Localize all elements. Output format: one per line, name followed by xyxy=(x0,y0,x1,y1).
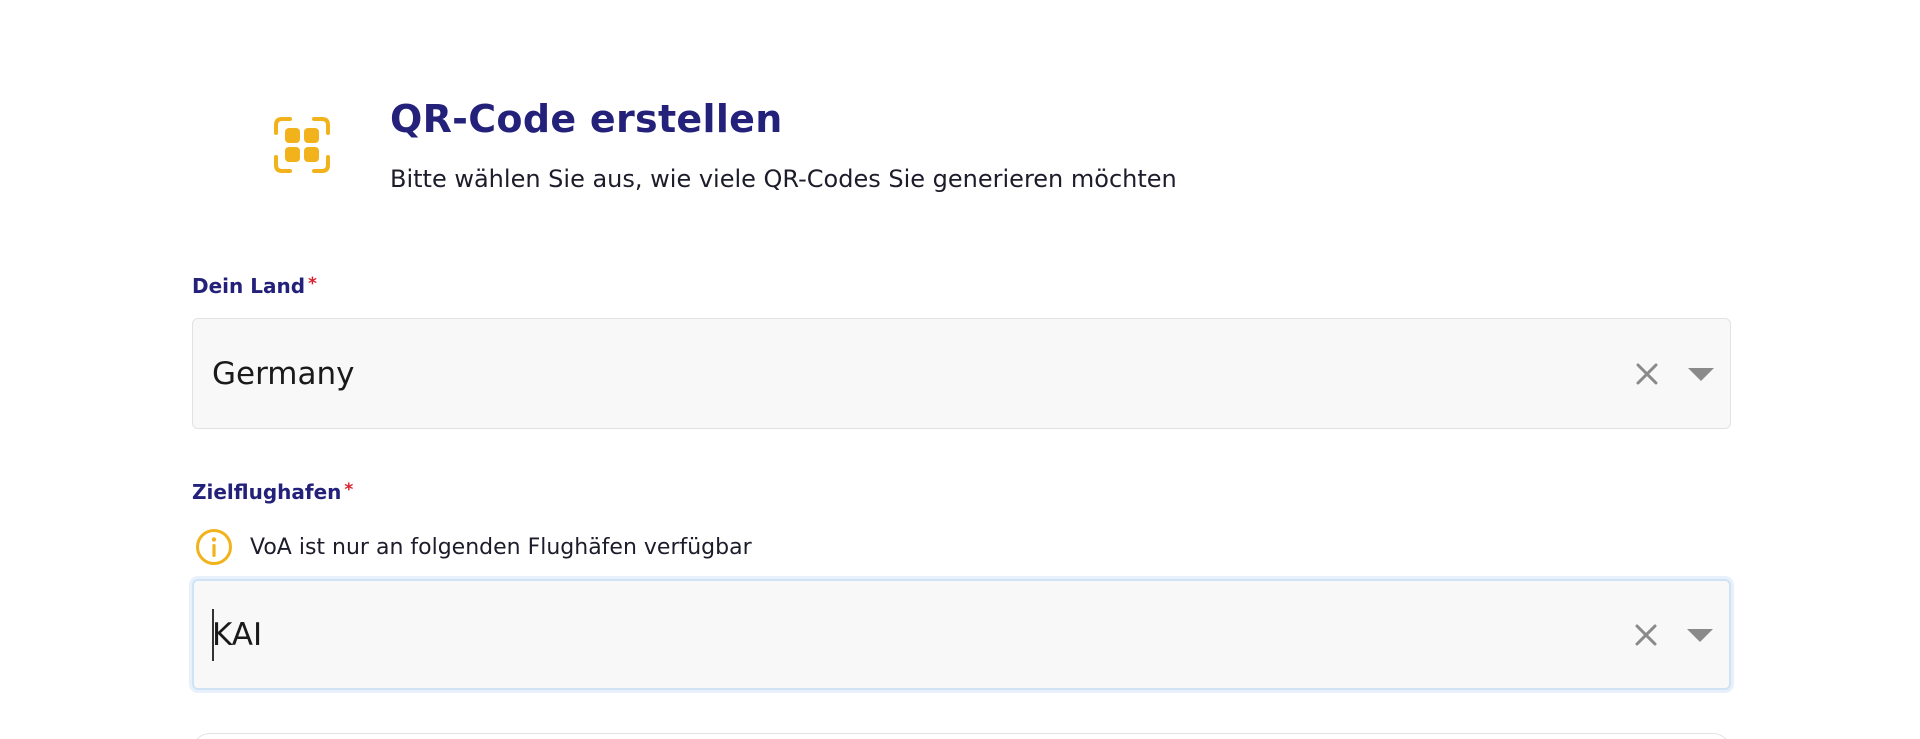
page-subtitle: Bitte wählen Sie aus, wie viele QR-Codes… xyxy=(390,165,1177,193)
caret-down-icon[interactable] xyxy=(1685,625,1715,645)
country-select[interactable]: Germany xyxy=(192,318,1731,429)
country-label-text: Dein Land xyxy=(192,274,306,298)
qr-code-form-page: QR-Code erstellen Bitte wählen Sie aus, … xyxy=(0,0,1920,739)
qr-code-icon xyxy=(274,117,330,173)
airport-label-text: Zielflughafen xyxy=(192,480,342,504)
page-title: QR-Code erstellen xyxy=(390,97,783,141)
airport-select-input[interactable]: KAI xyxy=(192,579,1731,690)
airport-info-text: VoA ist nur an folgenden Flughäfen verfü… xyxy=(250,534,752,560)
close-icon[interactable] xyxy=(1634,361,1660,387)
caret-down-icon[interactable] xyxy=(1686,364,1716,384)
airport-field-label: Zielflughafen * xyxy=(192,480,353,504)
required-marker: * xyxy=(344,480,354,500)
info-icon xyxy=(196,529,232,565)
next-form-card xyxy=(192,733,1731,739)
close-icon[interactable] xyxy=(1633,622,1659,648)
airport-select-value[interactable]: KAI xyxy=(212,617,262,653)
airport-info-notice: VoA ist nur an folgenden Flughäfen verfü… xyxy=(195,527,752,567)
country-select-value: Germany xyxy=(212,355,355,392)
country-field-label: Dein Land * xyxy=(192,274,317,298)
required-marker: * xyxy=(308,274,317,294)
